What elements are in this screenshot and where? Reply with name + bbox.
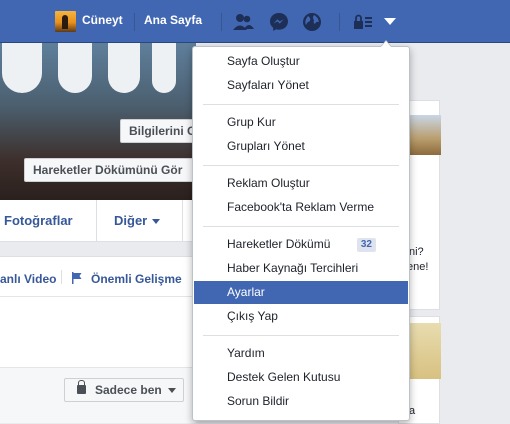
- globe-icon[interactable]: [301, 11, 323, 33]
- tab-more[interactable]: Diğer: [114, 213, 161, 228]
- menu-item[interactable]: Reklam Oluştur: [194, 172, 408, 195]
- suggestion-thumbnail[interactable]: [409, 323, 441, 379]
- menu-item[interactable]: Sayfa Oluştur: [194, 50, 408, 73]
- nav-divider: [96, 200, 97, 242]
- messenger-icon[interactable]: [268, 11, 290, 33]
- chevron-down-icon: [168, 388, 176, 393]
- menu-item[interactable]: Hareketler Dökümü 32: [194, 233, 408, 256]
- menu-item-label: Çıkış Yap: [227, 309, 278, 323]
- cover-letter-shape: [108, 43, 140, 93]
- menu-item[interactable]: Grup Kur: [194, 111, 408, 134]
- composer-divider: [61, 270, 62, 284]
- menu-item-label: Ayarlar: [227, 285, 265, 299]
- live-video-button[interactable]: anlı Video: [0, 272, 56, 286]
- chevron-down-icon: [152, 219, 161, 225]
- menu-item-label: Haber Kaynağı Tercihleri: [227, 261, 359, 275]
- tab-photos[interactable]: Fotoğraflar: [4, 213, 73, 228]
- profile-nav: Fotoğraflar Diğer: [0, 200, 196, 242]
- composer-actions: anlı Video Önemli Gelişme: [0, 257, 196, 297]
- topbar-divider: [339, 13, 340, 31]
- menu-item[interactable]: Sorun Bildir: [194, 390, 408, 413]
- menu-item-label: Sorun Bildir: [227, 394, 290, 408]
- menu-item-label: Sayfaları Yönet: [227, 78, 309, 92]
- menu-separator: [203, 104, 399, 105]
- update-info-button[interactable]: Bilgilerini G: [120, 119, 196, 143]
- quick-help-icon[interactable]: [352, 11, 374, 33]
- menu-item-label: Sayfa Oluştur: [227, 54, 300, 68]
- top-navigation-bar: Cüneyt Ana Sayfa: [0, 0, 510, 43]
- menu-item-label: Facebook'ta Reklam Verme: [227, 200, 375, 214]
- menu-item[interactable]: Çıkış Yap: [194, 305, 408, 328]
- menu-item[interactable]: Haber Kaynağı Tercihleri: [194, 257, 408, 280]
- friends-icon[interactable]: [232, 11, 254, 33]
- home-link[interactable]: Ana Sayfa: [144, 13, 202, 27]
- menu-separator: [203, 226, 399, 227]
- profile-avatar[interactable]: [55, 11, 76, 32]
- count-badge: 32: [356, 238, 376, 252]
- account-dropdown-menu: Sayfa Oluştur Sayfaları Yönet Grup Kur Grup…: [192, 46, 410, 421]
- menu-item-label: Hareketler Dökümü: [227, 237, 331, 251]
- cover-letter-shape: [2, 43, 42, 93]
- suggestion-thumbnail[interactable]: [409, 115, 441, 155]
- menu-item-label: Yardım: [227, 346, 265, 360]
- topbar-divider: [221, 13, 222, 31]
- profile-name-link[interactable]: Cüneyt: [82, 13, 123, 27]
- menu-item[interactable]: Facebook'ta Reklam Verme: [194, 196, 408, 219]
- cover-letter-shape: [58, 43, 92, 93]
- lock-icon: [77, 380, 86, 394]
- tab-more-label: Diğer: [114, 213, 148, 228]
- cover-letter-shape: [152, 43, 176, 93]
- sidebar-snippet: ni?: [409, 246, 424, 258]
- life-event-button[interactable]: Önemli Gelişme: [91, 272, 182, 286]
- topbar-divider: [134, 13, 135, 31]
- privacy-label: Sadece ben: [95, 383, 162, 397]
- post-composer: anlı Video Önemli Gelişme Sadece ben: [0, 256, 196, 423]
- cover-photo: Em Bilgilerini G Hareketler Dökümünü Gör: [0, 43, 196, 200]
- menu-pointer-fill: [381, 41, 391, 47]
- menu-item-label: Reklam Oluştur: [227, 176, 310, 190]
- menu-item-label: Grup Kur: [227, 115, 276, 129]
- menu-item[interactable]: Sayfaları Yönet: [194, 74, 408, 97]
- menu-item[interactable]: Destek Gelen Kutusu: [194, 366, 408, 389]
- nav-divider: [182, 200, 183, 242]
- menu-item[interactable]: Ayarlar: [194, 281, 408, 304]
- flag-icon: [72, 272, 82, 284]
- menu-separator: [203, 335, 399, 336]
- view-activity-log-button[interactable]: Hareketler Dökümünü Gör: [24, 158, 196, 182]
- menu-item-label: Grupları Yönet: [227, 139, 305, 153]
- sidebar-snippet: ene!: [407, 261, 429, 273]
- account-menu-caret-icon[interactable]: [384, 18, 396, 25]
- privacy-selector[interactable]: Sadece ben: [64, 378, 184, 402]
- menu-item-label: Destek Gelen Kutusu: [227, 370, 341, 384]
- composer-footer: Sadece ben: [0, 367, 196, 423]
- menu-separator: [203, 165, 399, 166]
- menu-item[interactable]: Yardım: [194, 342, 408, 365]
- menu-item[interactable]: Grupları Yönet: [194, 135, 408, 158]
